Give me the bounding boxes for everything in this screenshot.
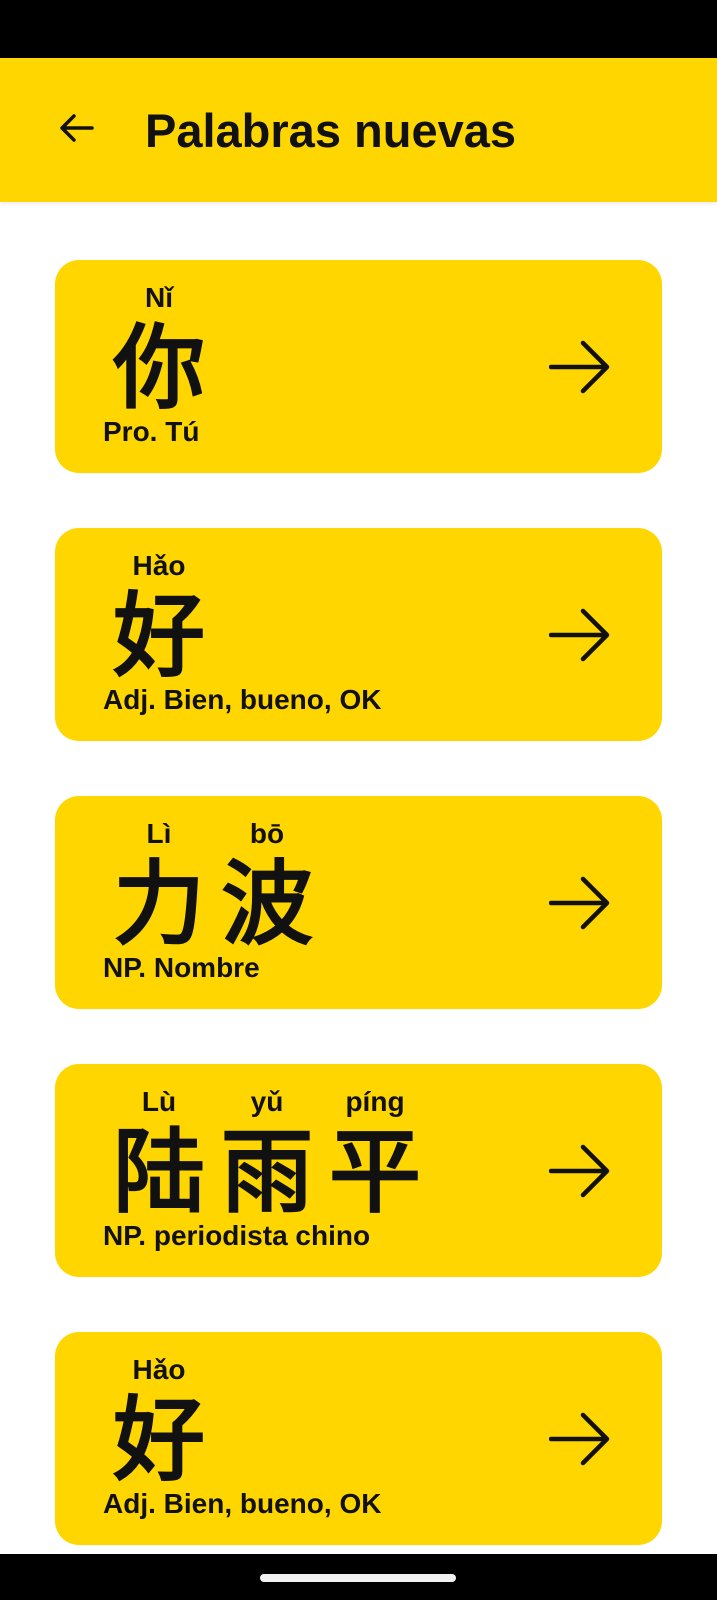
word-card[interactable]: Lì 力 bō 波 NP. Nombre bbox=[55, 796, 662, 1009]
character-cell: Hǎo 好 bbox=[105, 1348, 213, 1488]
character-cell: píng 平 bbox=[321, 1080, 429, 1220]
hanzi-character: 力 bbox=[112, 850, 205, 958]
home-indicator[interactable] bbox=[260, 1574, 456, 1582]
app-bar: Palabras nuevas bbox=[0, 58, 717, 202]
hanzi-row: Hǎo 好 bbox=[105, 544, 213, 684]
arrow-right-icon bbox=[548, 335, 612, 399]
arrow-left-icon bbox=[56, 108, 96, 153]
back-button[interactable] bbox=[44, 98, 108, 162]
hanzi-character: 雨 bbox=[220, 1118, 313, 1226]
word-card[interactable]: Nǐ 你 Pro. Tú bbox=[55, 260, 662, 473]
hanzi-row: Lù 陆 yǔ 雨 píng 平 bbox=[105, 1080, 429, 1220]
character-cell: Hǎo 好 bbox=[105, 544, 213, 684]
character-cell: Nǐ 你 bbox=[105, 276, 213, 416]
hanzi-character: 平 bbox=[328, 1118, 421, 1226]
hanzi-character: 波 bbox=[220, 850, 313, 958]
word-list: Nǐ 你 Pro. Tú Hǎo 好 Adj. Bien, bueno, OK bbox=[55, 260, 662, 1600]
word-meaning: NP. periodista chino bbox=[103, 1220, 371, 1251]
word-meaning: Pro. Tú bbox=[103, 416, 200, 447]
hanzi-row: Hǎo 好 bbox=[105, 1348, 213, 1488]
word-meaning: Adj. Bien, bueno, OK bbox=[103, 1488, 382, 1519]
arrow-right-icon bbox=[548, 871, 612, 935]
character-cell: bō 波 bbox=[213, 812, 321, 952]
word-card[interactable]: Lù 陆 yǔ 雨 píng 平 NP. periodista chino bbox=[55, 1064, 662, 1277]
character-cell: yǔ 雨 bbox=[213, 1080, 321, 1220]
word-card[interactable]: Hǎo 好 Adj. Bien, bueno, OK bbox=[55, 528, 662, 741]
arrow-right-icon bbox=[548, 603, 612, 667]
hanzi-row: Nǐ 你 bbox=[105, 276, 213, 416]
hanzi-character: 好 bbox=[112, 1386, 205, 1494]
hanzi-character: 好 bbox=[112, 582, 205, 690]
character-cell: Lì 力 bbox=[105, 812, 213, 952]
hanzi-character: 你 bbox=[112, 314, 205, 422]
arrow-right-icon bbox=[548, 1407, 612, 1471]
word-card[interactable]: Hǎo 好 Adj. Bien, bueno, OK bbox=[55, 1332, 662, 1545]
word-meaning: Adj. Bien, bueno, OK bbox=[103, 684, 382, 715]
navigation-bar bbox=[0, 1554, 717, 1600]
word-meaning: NP. Nombre bbox=[103, 952, 260, 983]
hanzi-character: 陆 bbox=[112, 1118, 205, 1226]
page-title: Palabras nuevas bbox=[145, 104, 516, 157]
status-bar bbox=[0, 0, 717, 58]
character-cell: Lù 陆 bbox=[105, 1080, 213, 1220]
hanzi-row: Lì 力 bō 波 bbox=[105, 812, 321, 952]
arrow-right-icon bbox=[548, 1139, 612, 1203]
